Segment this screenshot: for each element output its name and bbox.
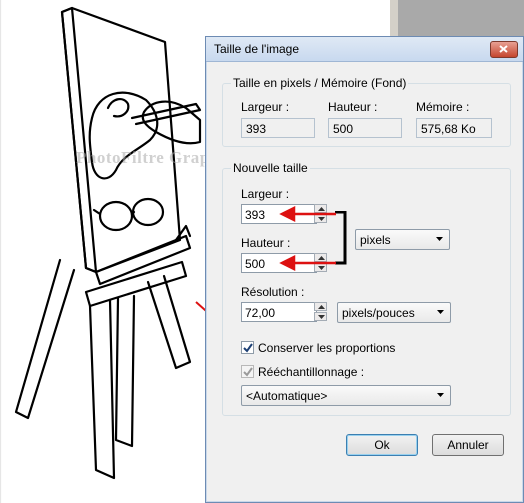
ok-button[interactable]: Ok (346, 434, 418, 456)
image-size-dialog: Taille de l'image Taille en pixels / Mém… (205, 36, 524, 503)
cancel-button[interactable]: Annuler (432, 434, 504, 456)
annotation-arrows (279, 205, 336, 272)
